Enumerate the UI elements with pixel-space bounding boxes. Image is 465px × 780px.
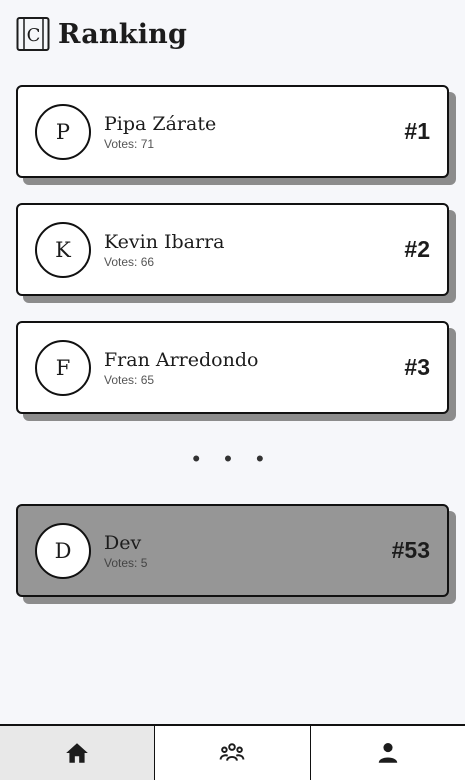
ranking-card-3[interactable]: F Fran Arredondo Votes: 65 #3 (16, 321, 449, 414)
book-logo-icon: C (16, 16, 50, 52)
vote-count: Votes: 71 (104, 137, 155, 151)
rank-position: #3 (404, 354, 430, 380)
home-icon (66, 743, 88, 763)
person-icon (378, 743, 398, 763)
vote-count: Votes: 65 (104, 373, 155, 387)
user-info: Pipa Zárate Votes: 71 (104, 112, 404, 151)
rank-position: #53 (391, 537, 430, 563)
page-title: Ranking (58, 18, 188, 50)
svg-text:C: C (27, 25, 41, 46)
user-name: Kevin Ibarra (104, 231, 225, 253)
user-info: Dev Votes: 5 (104, 531, 392, 570)
avatar: K (35, 221, 91, 278)
user-info: Fran Arredondo Votes: 65 (104, 348, 404, 387)
avatar: D (35, 522, 91, 579)
nav-home[interactable] (0, 726, 156, 780)
rank-position: #1 (404, 118, 430, 144)
avatar: F (35, 339, 91, 396)
vote-count: Votes: 5 (104, 556, 148, 570)
current-user-card[interactable]: D Dev Votes: 5 #53 (16, 504, 449, 597)
vote-count: Votes: 66 (104, 255, 155, 269)
nav-groups[interactable] (155, 726, 311, 780)
ranking-card-1[interactable]: P Pipa Zárate Votes: 71 #1 (16, 85, 449, 178)
app-header: C Ranking (16, 16, 187, 52)
user-info: Kevin Ibarra Votes: 66 (104, 230, 404, 269)
group-icon (220, 743, 245, 761)
rank-position: #2 (404, 236, 430, 262)
user-name: Pipa Zárate (104, 113, 217, 135)
ranking-card-2[interactable]: K Kevin Ibarra Votes: 66 #2 (16, 203, 449, 296)
nav-profile[interactable] (311, 726, 465, 780)
avatar: P (35, 103, 91, 160)
bottom-navigation (0, 724, 465, 780)
user-name: Dev (104, 532, 142, 554)
ranking-gap-separator: • • • (192, 446, 273, 471)
user-name: Fran Arredondo (104, 349, 259, 371)
